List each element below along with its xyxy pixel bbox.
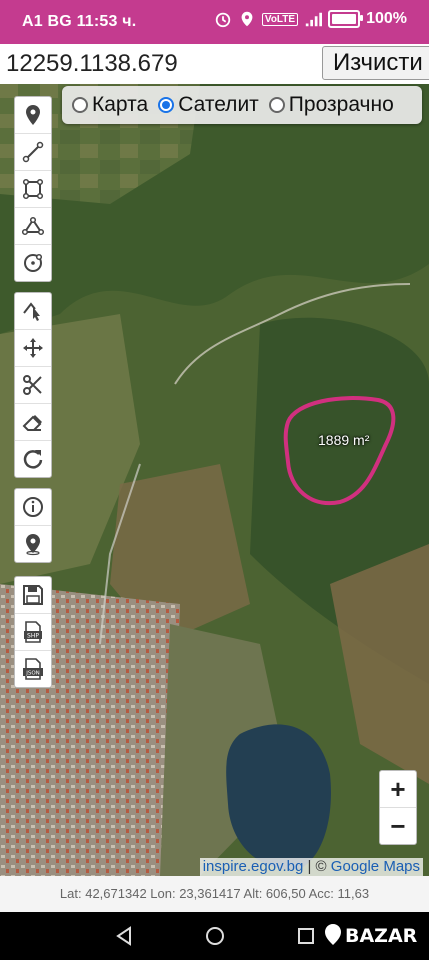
- attribution-sep: | ©: [303, 858, 331, 875]
- export-toolbar: SHP JSON: [14, 576, 52, 688]
- recents-icon[interactable]: [294, 924, 318, 948]
- time-label: 11:53 ч.: [76, 13, 137, 30]
- polygon-icon: [21, 216, 45, 236]
- locate-icon: [26, 534, 40, 556]
- cut-tool[interactable]: [15, 367, 51, 404]
- info-icon: [23, 497, 43, 517]
- home-icon[interactable]: [203, 924, 227, 948]
- search-input[interactable]: [4, 46, 320, 82]
- layer-option-transparent[interactable]: Прозрачно: [268, 93, 394, 117]
- status-bar: A1 BG 11:53 ч. VoLTE 100%: [0, 0, 429, 44]
- zoom-in-button[interactable]: +: [380, 771, 416, 808]
- battery-icon: [328, 10, 364, 28]
- area-label: 1889 m²: [318, 432, 370, 448]
- status-right: VoLTE 100%: [214, 10, 407, 28]
- layer-option-map[interactable]: Карта: [72, 93, 148, 117]
- radio-transparent[interactable]: [268, 97, 285, 113]
- move-tool[interactable]: [15, 330, 51, 367]
- signal-4g-icon: [305, 12, 323, 27]
- marker-tool[interactable]: [15, 97, 51, 134]
- eraser-tool[interactable]: [15, 404, 51, 441]
- layer-label-transparent: Прозрачно: [288, 93, 394, 116]
- layer-label-satellite: Сателит: [178, 93, 259, 116]
- back-icon[interactable]: [112, 924, 136, 948]
- save-tool[interactable]: [15, 577, 51, 614]
- zoom-out-button[interactable]: −: [380, 808, 416, 844]
- eraser-icon: [22, 415, 42, 431]
- draw-toolbar: [14, 96, 52, 282]
- map-view[interactable]: 1889 m²: [0, 84, 429, 876]
- watermark-text: BAZAR: [345, 925, 418, 947]
- coords-readout: Lat: 42,671342 Lon: 23,361417 Alt: 606,5…: [0, 876, 429, 912]
- edit-vertex-icon: [23, 302, 40, 321]
- bazar-watermark-logo: BAZAR: [325, 924, 418, 947]
- rectangle-tool[interactable]: [15, 171, 51, 208]
- shp-label: SHP: [27, 633, 39, 640]
- status-left: A1 BG 11:53 ч.: [22, 13, 136, 31]
- radio-map[interactable]: [72, 97, 88, 113]
- battery-label: 100%: [366, 10, 407, 27]
- cut-icon: [23, 375, 42, 395]
- info-toolbar: [14, 488, 52, 563]
- location-icon: [241, 11, 253, 27]
- layer-label-map: Карта: [92, 93, 149, 116]
- polyline-tool[interactable]: [15, 134, 51, 171]
- rotate-tool[interactable]: [15, 441, 51, 477]
- radio-satellite[interactable]: [158, 97, 175, 113]
- shp-export-icon: SHP: [24, 621, 42, 643]
- layer-option-satellite[interactable]: Сателит: [158, 93, 259, 117]
- navigation-bar: BAZAR: [0, 912, 429, 960]
- json-label: JSON: [25, 671, 40, 677]
- satellite-imagery: [0, 84, 429, 876]
- edit-toolbar: [14, 292, 52, 478]
- alarm-icon: [215, 12, 231, 28]
- rectangle-icon: [22, 178, 44, 200]
- carrier-label: A1 BG: [22, 13, 72, 30]
- circle-tool[interactable]: [15, 245, 51, 281]
- zoom-control: + −: [379, 770, 417, 845]
- locate-tool[interactable]: [15, 526, 51, 562]
- map-attribution: inspire.egov.bg | © Google Maps: [199, 858, 423, 876]
- google-maps-link[interactable]: Google Maps: [331, 858, 420, 875]
- volte-icon: VoLTE: [261, 12, 299, 26]
- json-export-icon: JSON: [23, 658, 43, 680]
- move-icon: [23, 338, 43, 358]
- marker-icon: [26, 105, 40, 125]
- search-bar: Изчисти: [0, 44, 429, 85]
- clear-button[interactable]: Изчисти: [322, 46, 429, 80]
- layer-switcher: Карта Сателит Прозрачно: [62, 86, 422, 124]
- shp-export-tool[interactable]: SHP: [15, 614, 51, 651]
- circle-icon: [24, 253, 43, 272]
- polygon-tool[interactable]: [15, 208, 51, 245]
- rotate-icon: [23, 450, 43, 469]
- info-tool[interactable]: [15, 489, 51, 526]
- polyline-icon: [22, 141, 44, 163]
- inspire-link[interactable]: inspire.egov.bg: [203, 858, 304, 875]
- edit-vertex-tool[interactable]: [15, 293, 51, 330]
- json-export-tool[interactable]: JSON: [15, 651, 51, 687]
- save-icon: [23, 585, 43, 605]
